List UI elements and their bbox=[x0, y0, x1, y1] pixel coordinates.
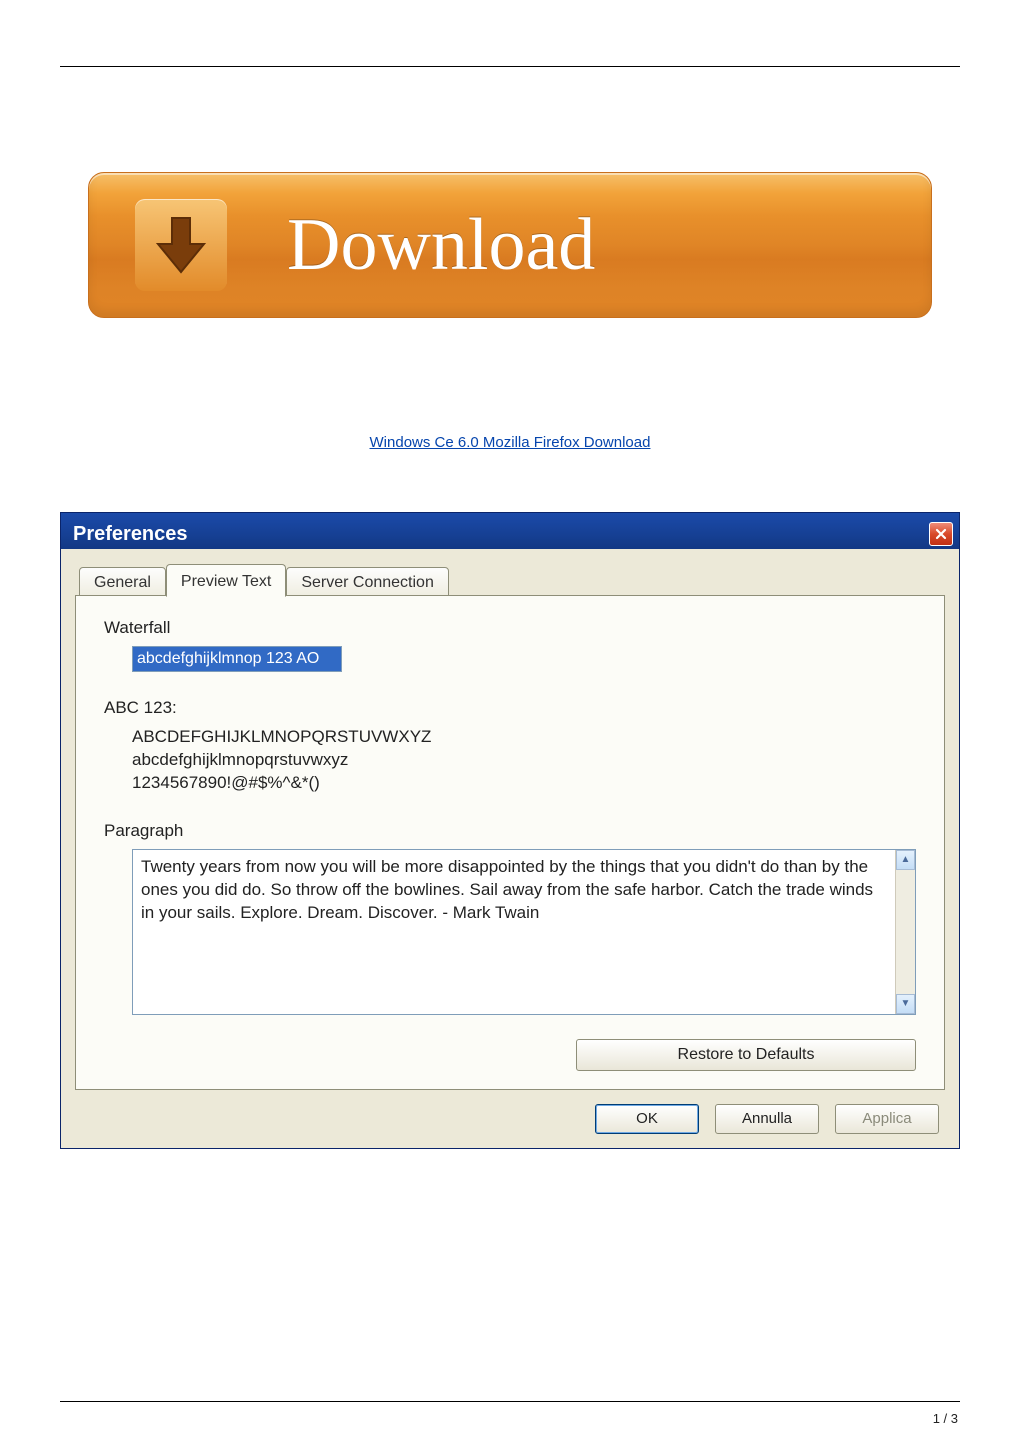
tab-preview-text[interactable]: Preview Text bbox=[166, 564, 286, 597]
download-arrow-icon bbox=[154, 214, 208, 276]
chevron-down-icon: ▼ bbox=[901, 999, 911, 1009]
download-button-wrap: Download bbox=[88, 172, 932, 318]
download-page-link[interactable]: Windows Ce 6.0 Mozilla Firefox Download bbox=[0, 434, 1020, 451]
paragraph-text: Twenty years from now you will be more d… bbox=[133, 850, 895, 1014]
tab-general[interactable]: General bbox=[79, 567, 166, 598]
abc123-line-2: abcdefghijklmnopqrstuvwxyz bbox=[132, 749, 916, 772]
chevron-up-icon: ▲ bbox=[901, 855, 911, 865]
waterfall-row: Waterfall bbox=[104, 618, 916, 672]
page-number: 1 / 3 bbox=[933, 1411, 958, 1426]
ok-button[interactable]: OK bbox=[595, 1104, 699, 1134]
tab-page-preview-text: Waterfall ABC 123: ABCDEFGHIJKLMNOPQRSTU… bbox=[75, 595, 945, 1090]
dialog-title: Preferences bbox=[73, 523, 188, 546]
dialog-titlebar: Preferences bbox=[61, 513, 959, 549]
close-icon bbox=[935, 528, 947, 540]
restore-defaults-button[interactable]: Restore to Defaults bbox=[576, 1039, 916, 1071]
page-bottom-rule bbox=[60, 1401, 960, 1402]
tabstrip: General Preview Text Server Connection bbox=[75, 563, 945, 596]
download-icon-box bbox=[135, 199, 227, 291]
cancel-button[interactable]: Annulla bbox=[715, 1104, 819, 1134]
waterfall-input[interactable] bbox=[132, 646, 342, 672]
abc123-row: ABC 123: ABCDEFGHIJKLMNOPQRSTUVWXYZ abcd… bbox=[104, 698, 916, 795]
dialog-button-row: OK Annulla Applica bbox=[75, 1090, 945, 1136]
tab-server-connection[interactable]: Server Connection bbox=[286, 567, 449, 598]
abc123-label: ABC 123: bbox=[104, 698, 916, 718]
scroll-up-button[interactable]: ▲ bbox=[896, 850, 915, 870]
download-button[interactable]: Download bbox=[88, 172, 932, 318]
abc123-line-3: 1234567890!@#$%^&*() bbox=[132, 772, 916, 795]
preferences-dialog: Preferences General Preview Text Server … bbox=[60, 512, 960, 1149]
apply-button: Applica bbox=[835, 1104, 939, 1134]
scrollbar[interactable]: ▲ ▼ bbox=[895, 850, 915, 1014]
abc123-line-1: ABCDEFGHIJKLMNOPQRSTUVWXYZ bbox=[132, 726, 916, 749]
abc123-block: ABCDEFGHIJKLMNOPQRSTUVWXYZ abcdefghijklm… bbox=[132, 726, 916, 795]
download-label: Download bbox=[287, 203, 595, 288]
dialog-body: General Preview Text Server Connection W… bbox=[61, 549, 959, 1148]
paragraph-row: Paragraph Twenty years from now you will… bbox=[104, 821, 916, 1015]
close-button[interactable] bbox=[929, 522, 953, 546]
paragraph-label: Paragraph bbox=[104, 821, 916, 841]
scroll-track[interactable] bbox=[896, 870, 915, 994]
scroll-down-button[interactable]: ▼ bbox=[896, 994, 915, 1014]
paragraph-textarea[interactable]: Twenty years from now you will be more d… bbox=[132, 849, 916, 1015]
restore-row: Restore to Defaults bbox=[104, 1039, 916, 1071]
page-top-rule bbox=[60, 66, 960, 67]
waterfall-label: Waterfall bbox=[104, 618, 916, 638]
